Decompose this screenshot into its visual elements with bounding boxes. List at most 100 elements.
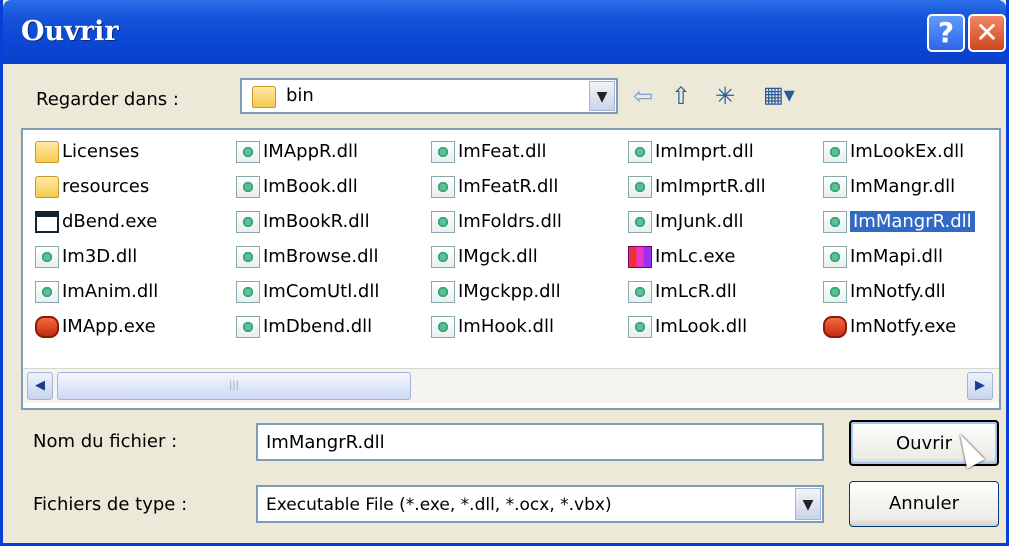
file-name: ImFoldrs.dll: [458, 211, 562, 232]
file-name: dBend.exe: [62, 211, 158, 232]
filetype-select[interactable]: Executable File (*.exe, *.dll, *.ocx, *.…: [256, 485, 824, 523]
filetype-value: Executable File (*.exe, *.dll, *.ocx, *.…: [266, 495, 612, 515]
close-button[interactable]: ✕: [968, 14, 1006, 52]
file-item[interactable]: resources: [35, 171, 149, 203]
file-name: IMgck.dll: [458, 246, 538, 267]
filename-input[interactable]: ImMangrR.dll: [256, 423, 824, 461]
file-item[interactable]: ImFeatR.dll: [431, 171, 558, 203]
folder-icon: [252, 86, 276, 108]
file-name: ImJunk.dll: [655, 211, 744, 232]
file-name: IMAppR.dll: [263, 141, 359, 162]
file-name: ImNotfy.dll: [850, 281, 946, 302]
dll-icon: [236, 141, 260, 163]
folder-icon: [35, 141, 59, 163]
dll-icon: [823, 211, 847, 233]
file-item[interactable]: Licenses: [35, 136, 139, 168]
dll-icon: [823, 176, 847, 198]
look-in-combo[interactable]: bin ▼: [240, 78, 618, 114]
dll-icon: [431, 246, 455, 268]
file-item[interactable]: ImImprtR.dll: [628, 171, 766, 203]
file-item[interactable]: ImDbend.dll: [236, 311, 372, 343]
file-item[interactable]: ImLookEx.dll: [823, 136, 964, 168]
file-item[interactable]: ImNotfy.dll: [823, 276, 946, 308]
file-item[interactable]: dBend.exe: [35, 206, 157, 238]
file-name: ImMangr.dll: [850, 176, 956, 197]
file-item[interactable]: ImAnim.dll: [35, 276, 158, 308]
scroll-left-icon[interactable]: ◀: [27, 372, 53, 400]
file-item[interactable]: ImMapi.dll: [823, 241, 943, 273]
chevron-down-icon[interactable]: ▼: [795, 488, 821, 520]
file-name: ImAnim.dll: [62, 281, 159, 302]
file-item[interactable]: IMgck.dll: [431, 241, 538, 273]
file-name: ImFeatR.dll: [458, 176, 559, 197]
file-item[interactable]: IMApp.exe: [35, 311, 156, 343]
dll-icon: [431, 281, 455, 303]
file-name: IMApp.exe: [62, 316, 156, 337]
dll-icon: [236, 211, 260, 233]
look-in-label: Regarder dans :: [36, 89, 179, 110]
file-item[interactable]: ImImprt.dll: [628, 136, 754, 168]
file-item[interactable]: ImComUtl.dll: [236, 276, 379, 308]
look-in-value: bin: [286, 85, 314, 106]
dll-icon: [431, 211, 455, 233]
dll-icon: [628, 211, 652, 233]
file-item[interactable]: ImNotfy.exe: [823, 311, 956, 343]
cancel-button[interactable]: Annuler: [849, 481, 999, 527]
file-name: ImImprt.dll: [655, 141, 754, 162]
dll-icon: [35, 281, 59, 303]
file-name: ImLc.exe: [655, 246, 736, 267]
file-name: ImDbend.dll: [263, 316, 373, 337]
file-item[interactable]: ImBook.dll: [236, 171, 358, 203]
dll-icon: [236, 281, 260, 303]
folder-icon: [35, 176, 59, 198]
exe-icon: [35, 211, 59, 233]
dll-icon: [823, 141, 847, 163]
dll-icon: [628, 281, 652, 303]
dll-icon: [628, 176, 652, 198]
file-item[interactable]: ImMangrR.dll: [823, 206, 975, 238]
view-menu-icon[interactable]: ▦▾: [763, 81, 795, 113]
file-item[interactable]: ImFeat.dll: [431, 136, 547, 168]
file-item[interactable]: ImMangr.dll: [823, 171, 955, 203]
dll-icon: [236, 176, 260, 198]
file-item[interactable]: IMAppR.dll: [236, 136, 358, 168]
dll-icon: [628, 141, 652, 163]
title-bar[interactable]: Ouvrir ? ✕: [3, 0, 1006, 64]
file-name: IMgckpp.dll: [458, 281, 561, 302]
horizontal-scrollbar[interactable]: ◀ ||| ▶: [23, 368, 999, 403]
file-name: ImHook.dll: [458, 316, 554, 337]
file-item[interactable]: ImLc.exe: [628, 241, 735, 273]
back-icon[interactable]: ⇦: [633, 81, 653, 113]
scroll-thumb[interactable]: |||: [57, 372, 411, 400]
file-item[interactable]: Im3D.dll: [35, 241, 137, 273]
filename-value: ImMangrR.dll: [266, 432, 385, 453]
file-item[interactable]: ImLook.dll: [628, 311, 747, 343]
file-name: Licenses: [62, 141, 140, 162]
file-item[interactable]: ImFoldrs.dll: [431, 206, 562, 238]
lc-exe-icon: [628, 246, 652, 268]
new-folder-icon[interactable]: ✳: [715, 81, 735, 113]
file-list[interactable]: ◀ ||| ▶ Licenses resources dBend.exe Im3D.d…: [21, 128, 1001, 410]
file-item[interactable]: IMgckpp.dll: [431, 276, 561, 308]
file-name: ImLookEx.dll: [850, 141, 965, 162]
dll-icon: [628, 316, 652, 338]
file-name: ImBook.dll: [263, 176, 358, 197]
file-item[interactable]: ImLcR.dll: [628, 276, 737, 308]
up-folder-icon[interactable]: ⇧: [671, 81, 691, 113]
help-button[interactable]: ?: [927, 14, 965, 52]
file-name: ImBookR.dll: [263, 211, 370, 232]
filetype-label: Fichiers de type :: [33, 494, 188, 515]
file-item[interactable]: ImBrowse.dll: [236, 241, 379, 273]
file-name: resources: [62, 176, 150, 197]
scroll-right-icon[interactable]: ▶: [967, 372, 993, 400]
dll-icon: [35, 246, 59, 268]
file-item[interactable]: ImBookR.dll: [236, 206, 370, 238]
file-item[interactable]: ImHook.dll: [431, 311, 554, 343]
file-name: ImLook.dll: [655, 316, 748, 337]
file-name: ImImprtR.dll: [655, 176, 766, 197]
chevron-down-icon[interactable]: ▼: [589, 81, 615, 111]
app-exe-icon: [35, 316, 59, 338]
dll-icon: [823, 281, 847, 303]
file-name: ImComUtl.dll: [263, 281, 380, 302]
file-item[interactable]: ImJunk.dll: [628, 206, 744, 238]
